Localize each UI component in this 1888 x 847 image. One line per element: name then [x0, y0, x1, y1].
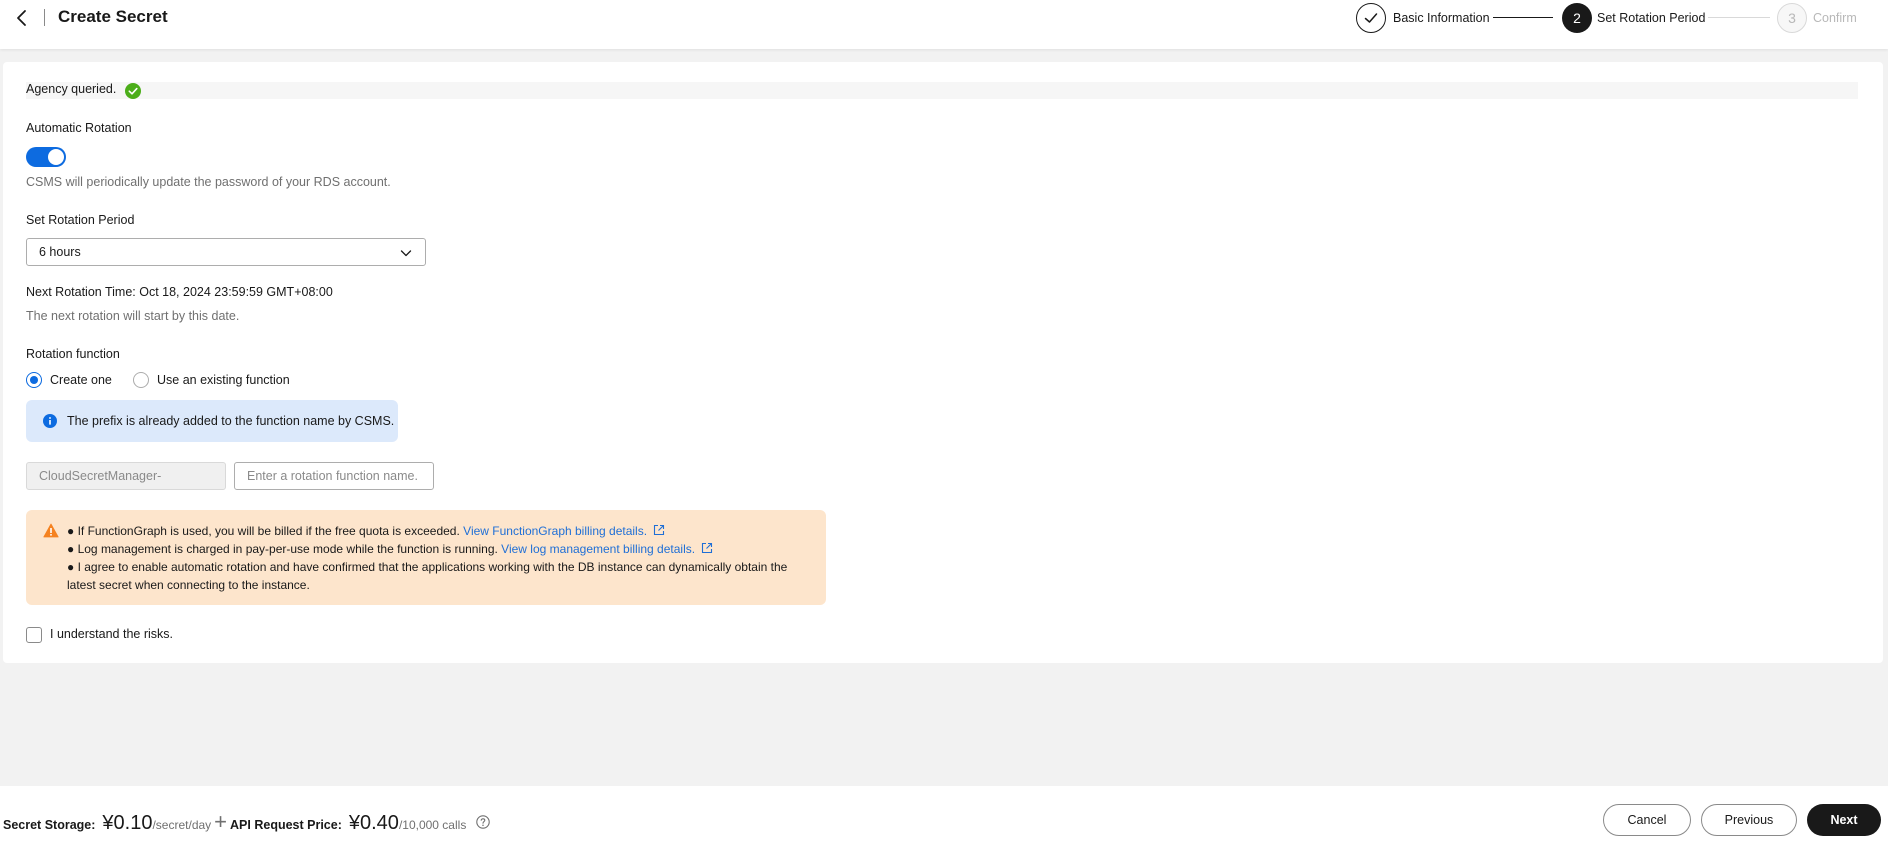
functiongraph-billing-link[interactable]: View FunctionGraph billing details. — [463, 524, 647, 538]
step-3-circle: 3 — [1777, 3, 1807, 33]
step-2-label: Set Rotation Period — [1597, 11, 1706, 25]
rotation-period-label: Set Rotation Period — [26, 213, 135, 227]
warning-line-2-text: ● Log management is charged in pay-per-u… — [67, 542, 498, 556]
page-title: Create Secret — [58, 7, 168, 26]
warning-triangle-icon — [43, 523, 59, 538]
radio-existing-function-label[interactable]: Use an existing function — [157, 373, 290, 387]
agency-status-text: Agency queried. — [26, 82, 117, 96]
back-arrow-icon[interactable] — [12, 8, 32, 28]
footer-bar: Secret Storage: ¥0.10 /secret/day + API … — [0, 786, 1888, 847]
api-price: ¥0.40 — [348, 812, 399, 834]
storage-label: Secret Storage: — [3, 818, 96, 832]
step-connector-1 — [1493, 17, 1553, 18]
warning-line-1-text: ● If FunctionGraph is used, you will be … — [67, 524, 460, 538]
info-alert-text: The prefix is already added to the funct… — [67, 414, 395, 428]
storage-unit: /secret/day — [152, 818, 212, 832]
next-rotation-time: Next Rotation Time: Oct 18, 2024 23:59:5… — [26, 285, 333, 299]
risk-checkbox-label[interactable]: I understand the risks. — [50, 627, 173, 641]
external-link-icon[interactable] — [701, 542, 713, 554]
warning-line-2: ● Log management is charged in pay-per-u… — [67, 540, 807, 558]
billing-warning-alert: ● If FunctionGraph is used, you will be … — [26, 510, 826, 605]
rotation-period-select[interactable]: 6 hours — [26, 238, 426, 266]
success-check-icon — [125, 83, 141, 99]
risk-checkbox[interactable] — [26, 627, 42, 643]
radio-existing-function[interactable] — [133, 372, 149, 388]
auto-rotation-label: Automatic Rotation — [26, 121, 132, 135]
page-header: Create Secret Basic Information 2 Set Ro… — [0, 0, 1888, 49]
step-connector-2 — [1708, 17, 1770, 18]
radio-create-one-label[interactable]: Create one — [50, 373, 112, 387]
auto-rotation-toggle[interactable] — [26, 147, 66, 167]
log-billing-link[interactable]: View log management billing details. — [501, 542, 695, 556]
previous-button[interactable]: Previous — [1701, 804, 1797, 836]
warning-line-3: ● I agree to enable automatic rotation a… — [67, 560, 788, 592]
rotation-function-label: Rotation function — [26, 347, 120, 361]
info-icon — [43, 414, 57, 428]
next-button[interactable]: Next — [1807, 804, 1881, 836]
external-link-icon[interactable] — [653, 524, 665, 536]
header-divider — [44, 9, 45, 26]
warning-content: ● If FunctionGraph is used, you will be … — [67, 522, 807, 594]
step-3-number: 3 — [1788, 10, 1796, 26]
warning-line-1: ● If FunctionGraph is used, you will be … — [67, 522, 807, 540]
function-name-input[interactable] — [234, 462, 434, 490]
radio-create-one[interactable] — [26, 372, 42, 388]
step-2-circle: 2 — [1562, 3, 1592, 33]
help-icon[interactable] — [476, 815, 491, 829]
api-price-label: API Request Price: — [230, 818, 342, 832]
step-3-label: Confirm — [1813, 11, 1857, 25]
chevron-down-icon — [400, 250, 412, 257]
api-price-unit: /10,000 calls — [398, 818, 467, 832]
auto-rotation-hint: CSMS will periodically update the passwo… — [26, 175, 391, 189]
plus-separator: + — [214, 809, 228, 834]
checkmark-icon — [1364, 13, 1378, 23]
next-rotation-hint: The next rotation will start by this dat… — [26, 309, 240, 323]
cancel-button[interactable]: Cancel — [1603, 804, 1691, 836]
agency-status-bar — [26, 82, 1858, 99]
function-prefix-input — [26, 462, 226, 490]
rotation-period-value: 6 hours — [39, 245, 81, 259]
toggle-knob — [48, 149, 64, 165]
step-1-circle — [1356, 3, 1386, 33]
info-alert: The prefix is already added to the funct… — [26, 400, 398, 442]
step-1-label: Basic Information — [1393, 11, 1490, 25]
radio-dot — [30, 376, 38, 384]
step-2-number: 2 — [1573, 10, 1581, 26]
storage-price: ¥0.10 — [102, 812, 153, 834]
pricing-summary: Secret Storage: ¥0.10 /secret/day + API … — [3, 809, 491, 835]
